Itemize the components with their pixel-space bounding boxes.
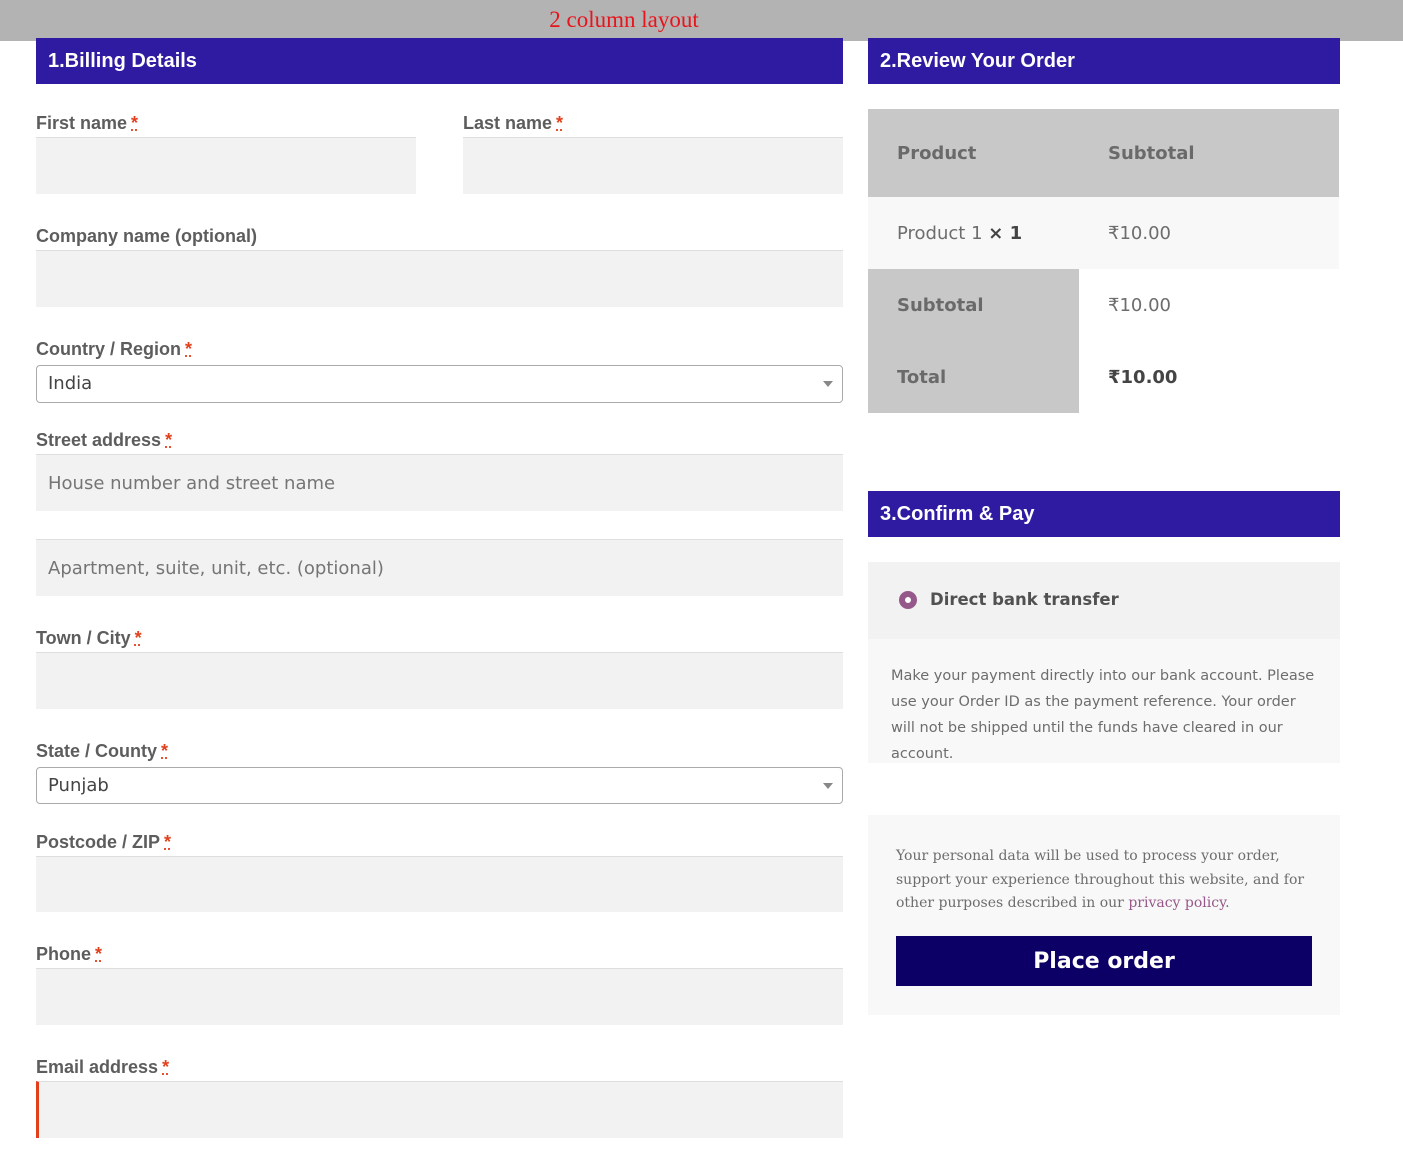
privacy-notice: Your personal data will be used to proce… [896, 848, 1305, 911]
place-order-button[interactable]: Place order [896, 936, 1312, 986]
first-name-input[interactable] [36, 137, 416, 194]
totals-label-column [868, 269, 1079, 413]
review-heading: 2.Review Your Order [868, 38, 1340, 84]
street-input[interactable] [36, 454, 843, 511]
col-product-header: Product [897, 143, 977, 164]
payment-heading: 3.Confirm & Pay [868, 491, 1340, 537]
last-name-input[interactable] [463, 137, 843, 194]
banner-title: 2 column layout [549, 7, 699, 32]
chevron-down-icon [823, 381, 833, 387]
chevron-down-icon [823, 783, 833, 789]
phone-input[interactable] [36, 968, 843, 1025]
company-input[interactable] [36, 250, 843, 307]
item-qty: × 1 [988, 223, 1023, 244]
payment-method-label[interactable]: Direct bank transfer [930, 590, 1119, 609]
street2-input[interactable] [36, 539, 843, 596]
country-select[interactable]: India [36, 365, 843, 403]
item-name: Product 1 × 1 [897, 223, 1023, 244]
subtotal-value: ₹10.00 [1108, 295, 1171, 316]
total-label: Total [897, 367, 947, 388]
billing-heading: 1.Billing Details [36, 38, 843, 84]
item-price: ₹10.00 [1108, 223, 1171, 244]
state-label: State / County * [36, 741, 169, 761]
company-label: Company name (optional) [36, 226, 258, 246]
country-value: India [48, 373, 93, 394]
postcode-input[interactable] [36, 856, 843, 912]
col-subtotal-header: Subtotal [1108, 143, 1195, 164]
privacy-policy-link[interactable]: privacy policy [1128, 895, 1225, 911]
postcode-label: Postcode / ZIP * [36, 832, 172, 852]
total-value: ₹10.00 [1108, 367, 1178, 388]
email-label: Email address * [36, 1057, 170, 1077]
payment-description: Make your payment directly into our bank… [891, 668, 1315, 762]
city-label: Town / City * [36, 628, 142, 648]
first-name-label: First name * [36, 113, 139, 133]
street-label: Street address * [36, 430, 173, 450]
phone-label: Phone * [36, 944, 103, 964]
state-select[interactable]: Punjab [36, 767, 843, 804]
city-input[interactable] [36, 652, 843, 709]
subtotal-label: Subtotal [897, 295, 984, 316]
top-banner: 2 column layout [0, 0, 1403, 41]
country-label: Country / Region * [36, 339, 193, 359]
bank-transfer-radio[interactable] [899, 591, 917, 609]
email-input[interactable] [36, 1081, 843, 1138]
state-value: Punjab [48, 775, 109, 796]
last-name-label: Last name * [463, 113, 564, 133]
